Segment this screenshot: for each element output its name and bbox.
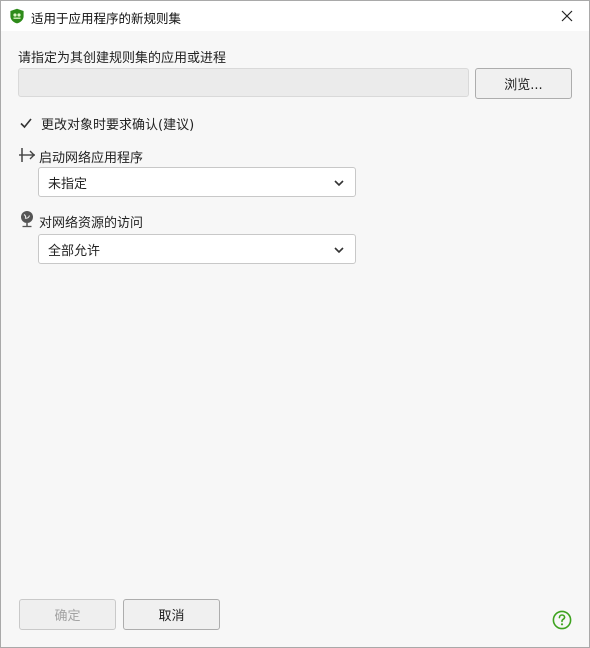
confirm-checkbox[interactable] <box>18 115 34 131</box>
confirm-checkbox-row[interactable]: 更改对象时要求确认(建议) <box>18 113 194 133</box>
app-shield-icon <box>9 8 25 24</box>
app-selector-label: 请指定为其创建规则集的应用或进程 <box>18 51 227 66</box>
network-launch-icon <box>18 146 36 164</box>
network-access-select[interactable]: 全部允许 <box>38 234 356 264</box>
network-launch-label: 启动网络应用程序 <box>39 151 144 166</box>
checkmark-icon <box>20 118 32 129</box>
browse-button[interactable]: 浏览... <box>475 68 572 99</box>
network-access-value: 全部允许 <box>48 243 101 259</box>
chevron-down-icon <box>334 180 344 187</box>
title-bar: 适用于应用程序的新规则集 <box>1 1 589 31</box>
help-icon[interactable] <box>552 610 572 630</box>
network-launch-value: 未指定 <box>48 176 88 192</box>
cancel-button[interactable]: 取消 <box>123 599 220 630</box>
close-icon <box>561 10 573 22</box>
ok-button[interactable]: 确定 <box>19 599 116 630</box>
network-access-label: 对网络资源的访问 <box>39 216 144 231</box>
app-path-input[interactable] <box>18 68 469 97</box>
close-button[interactable] <box>545 1 589 31</box>
confirm-checkbox-label: 更改对象时要求确认(建议) <box>41 117 195 133</box>
dialog-window: 适用于应用程序的新规则集 请指定为其创建规则集的应用或进程 浏览... 更改对象… <box>0 0 590 648</box>
chevron-down-icon <box>334 247 344 254</box>
globe-pin-icon <box>18 210 36 228</box>
network-launch-select[interactable]: 未指定 <box>38 167 356 197</box>
window-title: 适用于应用程序的新规则集 <box>31 11 182 26</box>
